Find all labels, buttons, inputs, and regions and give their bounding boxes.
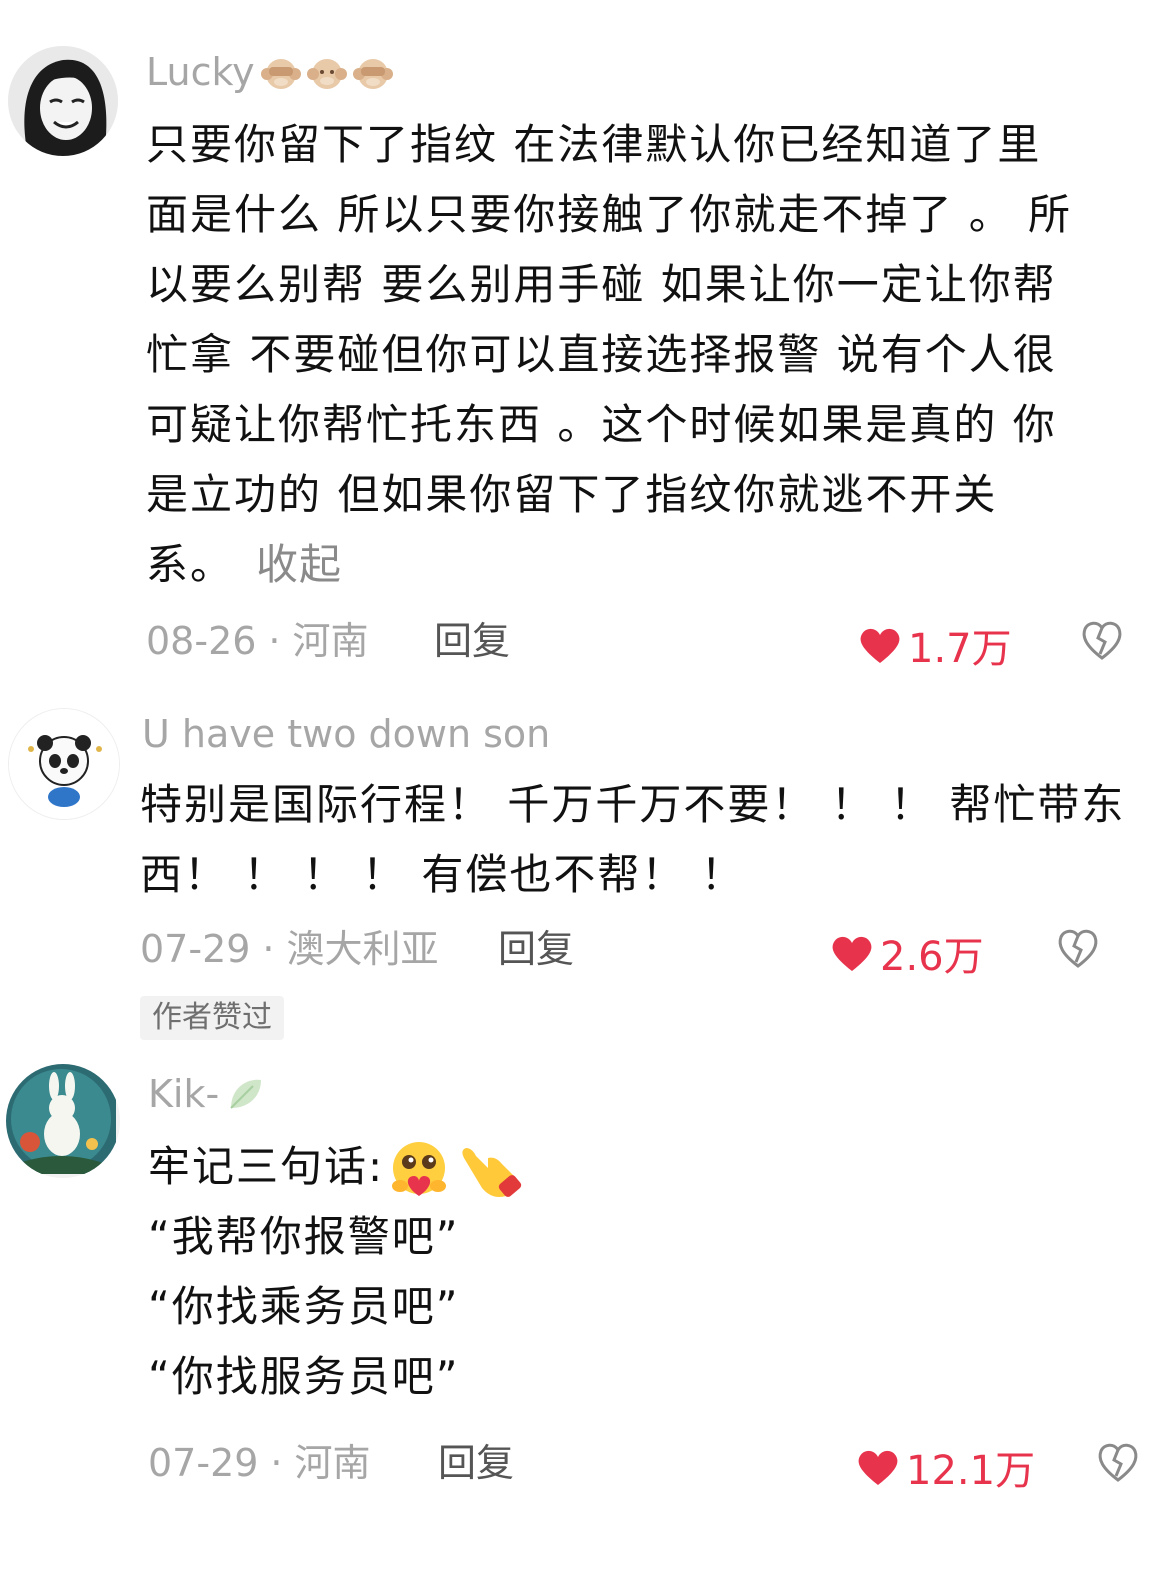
comment-item: Lucky 只要你留下了指纹 在法律默认你已经知道了里 面是什么 所以只要你接触… (0, 0, 1170, 700)
comment-line: 面是什么 所以只要你接触了你就走不掉了 。 所 (146, 190, 1073, 239)
separator-dot: · (268, 619, 281, 663)
comment-line: 牢记三句话: (148, 1142, 385, 1191)
comment-location: 澳大利亚 (286, 927, 439, 971)
avatar[interactable] (8, 46, 118, 156)
like-button[interactable]: 12.1万 (856, 1438, 1035, 1496)
like-count: 12.1万 (906, 1448, 1036, 1494)
comment-line: 西！ ！ ！ ！ 有偿也不帮！ ！ (140, 850, 745, 899)
see-no-evil-monkey-icon (352, 59, 393, 89)
comment-line: 是立功的 但如果你留下了指纹你就逃不开关 (146, 470, 998, 519)
comment-date-location: 08-26 · 河南 (146, 616, 369, 666)
reply-button[interactable]: 回复 (438, 1438, 514, 1488)
like-button[interactable]: 1.7万 (858, 616, 1012, 674)
comment-line: “我帮你报警吧” (148, 1212, 460, 1261)
avatar[interactable] (8, 708, 120, 820)
comment-date: 07-29 (140, 927, 251, 971)
comment-line: 特别是国际行程！ 千万千万不要！ ！ ！ 帮忙带东 (140, 780, 1126, 829)
avatar[interactable] (6, 1064, 120, 1178)
see-no-evil-monkey-icon (260, 59, 301, 89)
comment-meta: 07-29 · 澳大利亚 回复 (140, 924, 1140, 974)
reply-button[interactable]: 回复 (498, 924, 574, 974)
comment-line-with-emoji: 牢记三句话: (148, 1132, 1138, 1202)
heart-hands-face-icon (392, 1141, 447, 1196)
comment-line-last: 系。 收起 (146, 530, 1136, 600)
username[interactable]: Lucky (146, 50, 395, 94)
monkey-face-icon (306, 59, 347, 89)
comment-line: “你找乘务员吧” (148, 1282, 460, 1331)
comment-location: 河南 (292, 619, 369, 663)
broken-heart-icon[interactable] (1056, 926, 1100, 970)
broken-heart-icon[interactable] (1080, 618, 1124, 662)
author-liked-badge: 作者赞过 (140, 996, 284, 1040)
heart-filled-icon (832, 936, 872, 971)
comment-location: 河南 (294, 1441, 371, 1485)
comment-date: 08-26 (146, 619, 257, 663)
comment-text: 牢记三句话: “我帮你报警吧” “你找乘务员吧” “你找服务员吧” (148, 1132, 1138, 1412)
username-text: U have two down son (142, 712, 551, 756)
reply-button[interactable]: 回复 (434, 616, 510, 666)
leaf-icon (230, 1079, 262, 1109)
comment-line: “你找服务员吧” (148, 1352, 460, 1401)
like-button[interactable]: 2.6万 (830, 924, 984, 982)
comment-line: 可疑让你帮忙托东西 。这个时候如果是真的 你 (146, 400, 1057, 449)
comment-text: 只要你留下了指纹 在法律默认你已经知道了里 面是什么 所以只要你接触了你就走不掉… (146, 110, 1136, 600)
comment-item: U have two down son 特别是国际行程！ 千万千万不要！ ！ ！… (0, 700, 1170, 1060)
broken-heart-icon[interactable] (1096, 1440, 1140, 1484)
like-count: 2.6万 (880, 934, 984, 980)
separator-dot: · (270, 1441, 283, 1485)
comment-date-location: 07-29 · 澳大利亚 (140, 924, 439, 974)
comment-item: Kik- 牢记三句话: “我帮你报警吧” “你找乘务员吧” “你找服务员吧” 0… (0, 1060, 1170, 1582)
comment-line: 只要你留下了指纹 在法律默认你已经知道了里 (146, 120, 1042, 169)
like-count: 1.7万 (908, 626, 1012, 672)
heart-filled-icon (860, 628, 900, 663)
pointing-finger-icon (462, 1147, 522, 1197)
username-text: Lucky (146, 50, 255, 94)
username[interactable]: U have two down son (142, 712, 550, 756)
username[interactable]: Kik- (148, 1072, 267, 1116)
collapse-button[interactable]: 收起 (256, 540, 342, 589)
comment-date: 07-29 (148, 1441, 259, 1485)
comment-date-location: 07-29 · 河南 (148, 1438, 371, 1488)
username-text: Kik- (148, 1072, 220, 1116)
comment-line: 忙拿 不要碰但你可以直接选择报警 说有个人很 (146, 330, 1057, 379)
heart-filled-icon (858, 1450, 898, 1485)
comment-line: 以要么别帮 要么别用手碰 如果让你一定让你帮 (146, 260, 1057, 309)
separator-dot: · (262, 927, 275, 971)
comment-text: 特别是国际行程！ 千万千万不要！ ！ ！ 帮忙带东 西！ ！ ！ ！ 有偿也不帮… (140, 770, 1130, 910)
comment-line: 系。 (146, 540, 235, 589)
